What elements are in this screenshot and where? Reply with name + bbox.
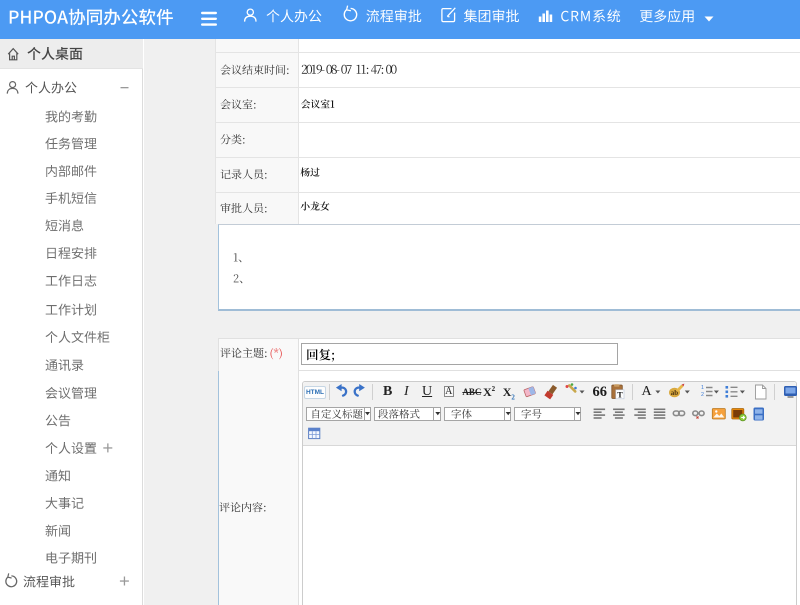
svg-text:1: 1 bbox=[701, 385, 704, 391]
svg-text:T: T bbox=[617, 390, 623, 400]
svg-text:2: 2 bbox=[701, 392, 704, 398]
